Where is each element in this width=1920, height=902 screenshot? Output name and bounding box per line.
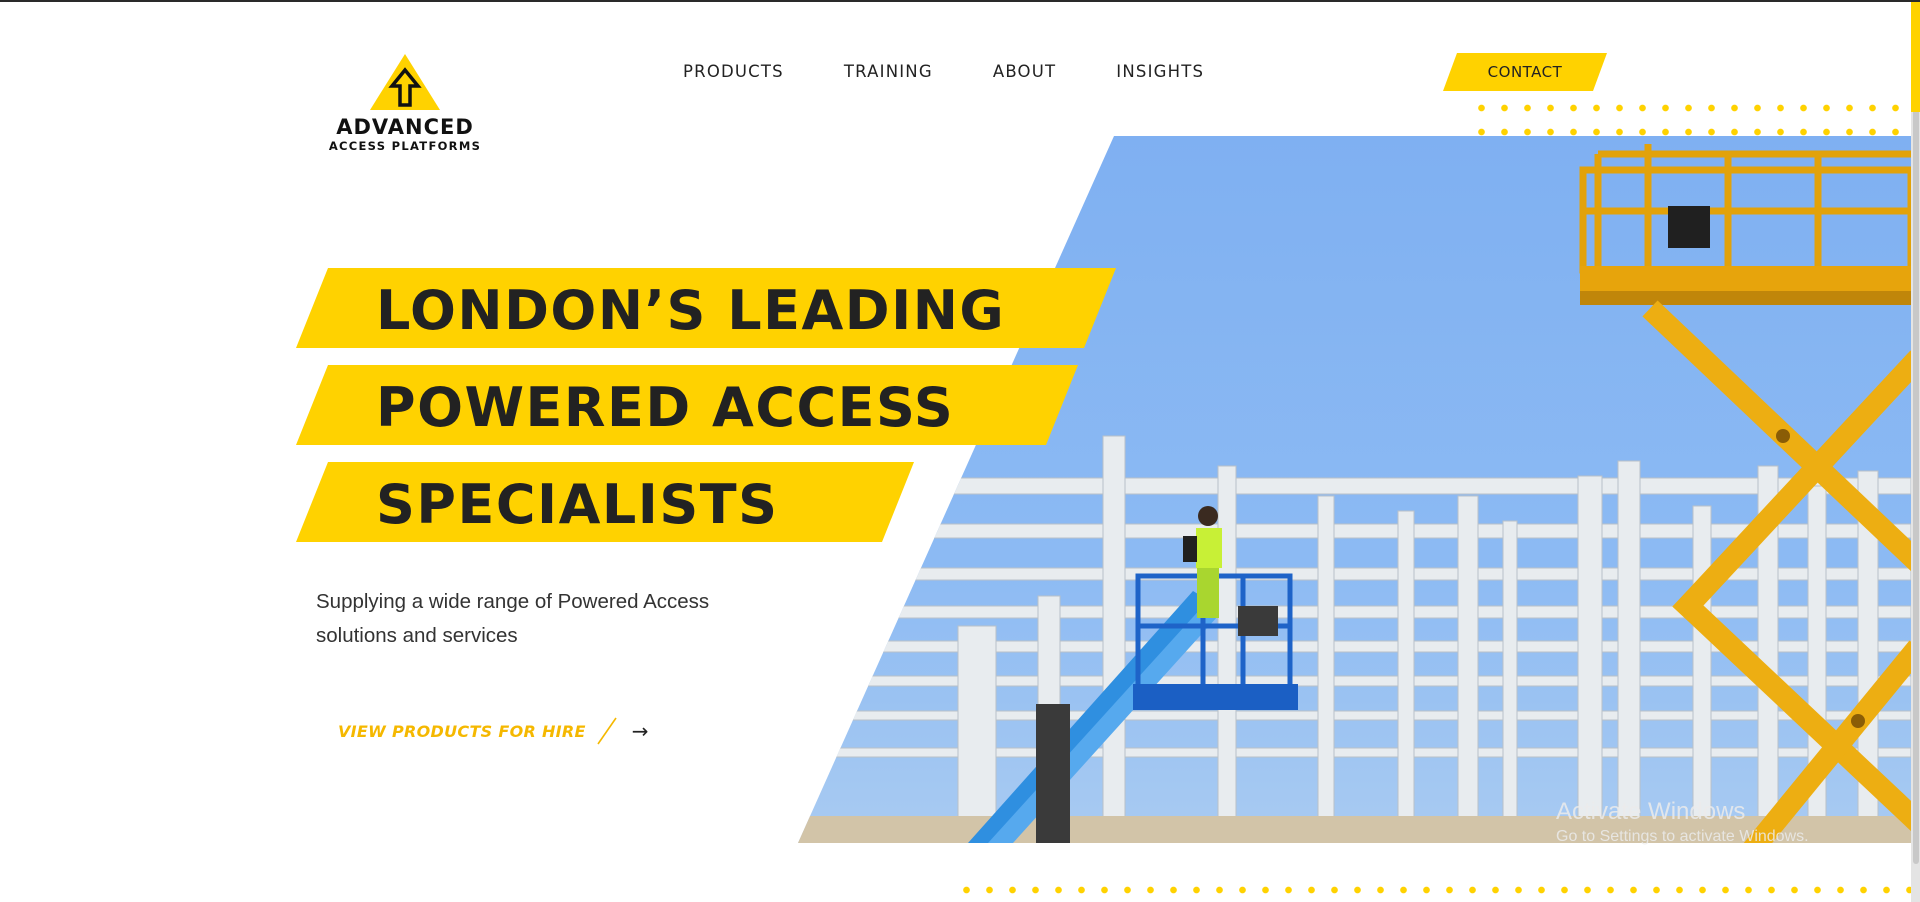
window-top-border xyxy=(0,0,1920,2)
nav-about[interactable]: ABOUT xyxy=(993,62,1056,81)
headline-line-2: POWERED ACCESS xyxy=(376,376,955,439)
hero-image xyxy=(798,136,1911,843)
main-nav: PRODUCTS TRAINING ABOUT INSIGHTS xyxy=(683,62,1204,81)
headline-line-1: LONDON’S LEADING xyxy=(376,279,1006,342)
cta-label: VIEW PRODUCTS FOR HIRE xyxy=(338,721,586,741)
logo-triangle-arrow-icon xyxy=(370,54,440,110)
view-products-for-hire-link[interactable]: VIEW PRODUCTS FOR HIRE → xyxy=(338,716,649,746)
contact-button-label: CONTACT xyxy=(1487,63,1563,81)
headline-banner-2: POWERED ACCESS xyxy=(296,365,1078,445)
scrollbar-accent xyxy=(1911,2,1920,112)
hero-subtitle: Supplying a wide range of Powered Access… xyxy=(316,590,710,647)
decorative-dots-bottom xyxy=(955,880,1915,900)
slash-divider-icon xyxy=(597,717,617,745)
watermark-title: Activate Windows xyxy=(1556,798,1746,825)
watermark-subtitle: Go to Settings to activate Windows. xyxy=(1556,828,1809,845)
headline-banner-1: LONDON’S LEADING xyxy=(296,268,1116,348)
headline-line-3: SPECIALISTS xyxy=(376,473,779,536)
logo-text-secondary: ACCESS PLATFORMS xyxy=(328,139,482,153)
headline-banner-3: SPECIALISTS xyxy=(296,462,914,542)
activate-windows-watermark: Activate Windows Go to Settings to activ… xyxy=(1556,798,1809,846)
arrow-right-icon: → xyxy=(631,719,649,743)
hero-construction-photo xyxy=(798,136,1911,843)
site-logo[interactable]: ADVANCED ACCESS PLATFORMS xyxy=(320,52,490,153)
nav-products[interactable]: PRODUCTS xyxy=(683,62,784,81)
nav-training[interactable]: TRAINING xyxy=(844,62,933,81)
scrollbar-thumb[interactable] xyxy=(1913,4,1919,864)
logo-text-primary: ADVANCED xyxy=(336,115,474,139)
contact-button[interactable]: CONTACT xyxy=(1443,53,1607,91)
decorative-dots-top xyxy=(1470,96,1920,138)
nav-insights[interactable]: INSIGHTS xyxy=(1116,62,1204,81)
